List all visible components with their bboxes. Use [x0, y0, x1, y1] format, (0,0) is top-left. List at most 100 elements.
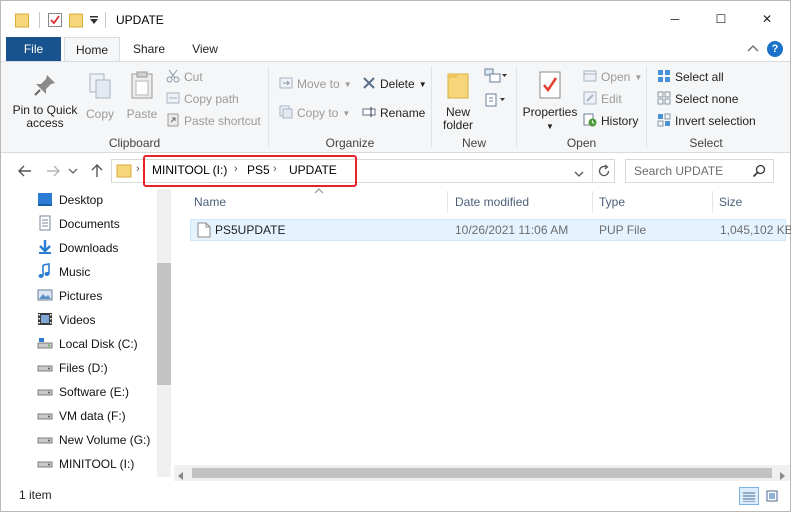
large-icons-view-button[interactable]	[763, 487, 783, 505]
search-icon[interactable]	[752, 164, 766, 181]
address-dropdown-chevron-icon[interactable]	[574, 167, 584, 181]
title-bar: UPDATE ─ ☐ ✕	[1, 1, 790, 37]
tab-share[interactable]: Share	[125, 37, 173, 61]
address-divider	[592, 160, 593, 182]
new-folder-large-icon	[438, 70, 478, 103]
breadcrumb-minitool[interactable]: MINITOOL (I:)	[152, 163, 227, 177]
details-view-button[interactable]	[739, 487, 759, 505]
refresh-icon[interactable]	[597, 164, 611, 181]
column-divider[interactable]	[712, 191, 713, 213]
tab-file[interactable]: File	[6, 37, 61, 61]
forward-arrow-icon[interactable]	[43, 161, 63, 181]
item-count: 1 item	[19, 488, 52, 502]
select-none-button[interactable]: Select none	[657, 89, 738, 109]
nav-label: Downloads	[59, 241, 119, 255]
select-all-icon	[657, 69, 671, 86]
pictures-icon	[37, 287, 53, 306]
move-to-dropdown-icon: ▼	[343, 79, 352, 89]
nav-item-music[interactable]: Music	[37, 262, 90, 282]
nav-label: Pictures	[59, 289, 103, 303]
tab-view[interactable]: View	[181, 37, 229, 61]
nav-pane-scrollbar-thumb[interactable]	[157, 263, 171, 385]
tab-home[interactable]: Home	[64, 37, 120, 62]
pin-to-quick-access-button[interactable]: Pin to Quick access	[7, 72, 83, 130]
maximize-icon: ☐	[715, 12, 727, 26]
table-row[interactable]: PS5UPDATE 10/26/2021 11:06 AM PUP File 1…	[190, 219, 791, 241]
ribbon-collapse-chevron-icon[interactable]	[747, 43, 759, 57]
properties-button[interactable]: Properties ▼	[521, 70, 579, 133]
breadcrumb-ps5[interactable]: PS5	[247, 163, 270, 177]
nav-item-local-disk-c[interactable]: Local Disk (C:)	[37, 334, 138, 354]
rename-button[interactable]: Rename	[362, 103, 425, 123]
breadcrumb-chevron-icon[interactable]: ›	[136, 163, 140, 175]
quick-access-separator	[39, 10, 40, 30]
address-bar[interactable]: › MINITOOL (I:) › PS5 › UPDATE	[111, 159, 615, 183]
nav-item-downloads[interactable]: Downloads	[37, 238, 118, 258]
cut-button[interactable]: Cut	[166, 67, 203, 87]
nav-item-pictures[interactable]: Pictures	[37, 286, 102, 306]
column-header-name[interactable]: Name	[194, 189, 226, 215]
breadcrumb-update[interactable]: UPDATE	[289, 163, 337, 177]
properties-icon	[521, 70, 579, 103]
new-item-button[interactable]	[484, 67, 508, 87]
cut-label: Cut	[184, 70, 203, 84]
history-icon	[583, 113, 597, 130]
horizontal-scrollbar-thumb[interactable]	[192, 468, 772, 478]
open-button[interactable]: Open ▼	[583, 67, 642, 87]
rename-label: Rename	[380, 106, 426, 120]
properties-dropdown-icon: ▼	[546, 122, 554, 131]
organize-group-label: Organize	[325, 136, 375, 150]
nav-label: MINITOOL (I:)	[59, 457, 135, 471]
recent-locations-chevron-icon[interactable]	[63, 161, 83, 181]
close-button[interactable]: ✕	[744, 1, 790, 37]
invert-selection-button[interactable]: Invert selection	[657, 111, 756, 131]
select-all-button[interactable]: Select all	[657, 67, 724, 87]
breadcrumb-chevron-icon[interactable]: ›	[234, 163, 238, 175]
paste-button[interactable]: Paste	[124, 70, 160, 121]
nav-item-files-d[interactable]: Files (D:)	[37, 358, 108, 378]
paste-shortcut-button[interactable]: Paste shortcut	[166, 111, 261, 131]
edit-button[interactable]: Edit	[583, 89, 622, 109]
breadcrumb-chevron-icon[interactable]: ›	[273, 163, 277, 175]
column-divider[interactable]	[592, 191, 593, 213]
new-folder-button[interactable]: New folder	[438, 70, 478, 132]
copy-path-icon	[166, 91, 180, 108]
minimize-button[interactable]: ─	[652, 1, 698, 37]
downloads-icon	[37, 239, 53, 258]
nav-item-desktop[interactable]: Desktop	[37, 190, 103, 210]
properties-check-icon[interactable]	[47, 10, 63, 30]
back-arrow-icon[interactable]	[15, 161, 35, 181]
edit-icon	[583, 91, 597, 108]
move-to-button[interactable]: Move to ▼	[279, 74, 352, 94]
search-box[interactable]: Search UPDATE	[625, 159, 774, 183]
history-button[interactable]: History	[583, 111, 638, 131]
column-divider[interactable]	[447, 191, 448, 213]
copy-button[interactable]: Copy	[83, 72, 117, 121]
maximize-button[interactable]: ☐	[698, 1, 744, 37]
up-arrow-icon[interactable]	[87, 161, 107, 181]
column-header-size[interactable]: Size	[719, 189, 742, 215]
nav-item-new-volume-g[interactable]: New Volume (G:)	[37, 430, 150, 450]
folder-icon	[15, 10, 29, 30]
nav-pane-scrollbar[interactable]	[157, 189, 171, 477]
new-folder-icon[interactable]	[69, 10, 83, 30]
copy-to-label: Copy to	[297, 106, 339, 120]
customize-dropdown-icon[interactable]	[89, 10, 99, 30]
scroll-left-arrow-icon[interactable]	[178, 469, 184, 483]
close-icon: ✕	[761, 12, 773, 26]
nav-item-vm-data-f[interactable]: VM data (F:)	[37, 406, 126, 426]
column-header-date-modified[interactable]: Date modified	[455, 189, 529, 215]
nav-item-minitool-i[interactable]: MINITOOL (I:)	[37, 454, 134, 474]
select-none-label: Select none	[675, 92, 739, 106]
scroll-right-arrow-icon[interactable]	[779, 469, 785, 483]
help-icon[interactable]: ?	[767, 41, 783, 57]
nav-item-documents[interactable]: Documents	[37, 214, 120, 234]
copy-path-button[interactable]: Copy path	[166, 89, 239, 109]
column-header-type[interactable]: Type	[599, 189, 625, 215]
easy-access-button[interactable]	[484, 91, 508, 111]
delete-button[interactable]: Delete ▼	[362, 74, 427, 94]
file-list-horizontal-scrollbar[interactable]	[174, 465, 790, 481]
copy-to-button[interactable]: Copy to ▼	[279, 103, 350, 123]
nav-item-software-e[interactable]: Software (E:)	[37, 382, 129, 402]
nav-item-videos[interactable]: Videos	[37, 310, 95, 330]
